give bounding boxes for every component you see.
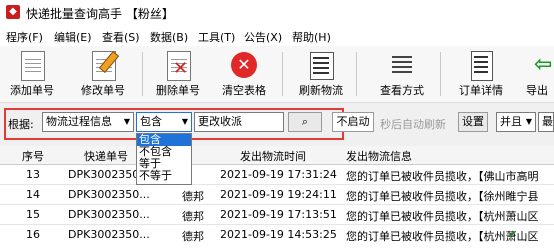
title-bar: ◆ 快递批量查询高手 【粉丝】 [0, 0, 554, 26]
check-icon: ✔ [508, 228, 518, 241]
field-select[interactable]: 物流过程信息 ▼ [42, 112, 134, 132]
more-select[interactable]: 最 [538, 112, 554, 132]
combine-select[interactable]: 并且 ▼ [496, 112, 536, 132]
header-send-time[interactable]: 发出物流时间 [240, 148, 306, 164]
edit-button[interactable]: 修改单号 [70, 50, 136, 98]
menu-tools[interactable]: 工具(T) [198, 29, 235, 45]
menu-view[interactable]: 查看(S) [102, 29, 140, 45]
option-not-equals[interactable]: 不等于 [137, 170, 191, 182]
order-detail-button[interactable]: 订单详情 [450, 50, 512, 98]
clear-table-button[interactable]: ✕ 清空表格 [214, 50, 274, 98]
app-icon: ◆ [6, 5, 20, 19]
keyword-input[interactable]: 更改收派 [194, 112, 284, 132]
view-icon [389, 50, 415, 80]
add-doc-icon [19, 50, 45, 81]
search-button[interactable]: ⌕ [288, 112, 322, 132]
chevron-down-icon: ▼ [123, 117, 130, 126]
toolbar-separator [282, 52, 283, 96]
export-arrow-icon: ⇦ [534, 52, 553, 77]
filter-label: 根据: [8, 118, 34, 131]
chevron-down-icon: ▼ [181, 117, 188, 126]
menu-program[interactable]: 程序(F) [6, 29, 43, 45]
delete-doc-icon: ✕ [165, 50, 191, 81]
add-button[interactable]: 添加单号 [4, 50, 60, 98]
window-title: 快递批量查询高手 【粉丝】 [26, 7, 174, 21]
table-row[interactable]: 14 DPK3002350... 德邦 2021-09-19 19:24:11 … [0, 186, 554, 204]
settings-button[interactable]: 设置 [458, 112, 488, 132]
header-send-info[interactable]: 发出物流信息 [346, 148, 412, 164]
refresh-button[interactable]: 刷新物流 [290, 50, 352, 98]
auto-refresh-label: 秒后自动刷新 [380, 118, 446, 131]
menu-data[interactable]: 数据(B) [150, 29, 188, 45]
auto-refresh-toggle[interactable]: 不启动 [332, 112, 374, 132]
delete-button[interactable]: ✕ 删除单号 [148, 50, 208, 98]
clear-icon: ✕ [231, 50, 257, 80]
search-icon: ⌕ [301, 115, 309, 128]
toolbar-separator [440, 52, 441, 96]
toolbar-separator [356, 52, 357, 96]
menu-help[interactable]: 帮助(H) [292, 29, 331, 45]
menu-notice[interactable]: 公告(X) [244, 29, 282, 45]
chevron-down-icon: ▼ [525, 117, 532, 126]
table-row[interactable]: 13 DPK3002350... 2021-09-19 17:31:24 您的订… [0, 166, 554, 184]
refresh-list-icon [308, 50, 334, 80]
header-index[interactable]: 序号 [22, 148, 44, 164]
toolbar-separator [142, 52, 143, 96]
table-header: 序号 快递单号 发出物流时间 发出物流信息 [0, 146, 554, 165]
table-row[interactable]: 15 DPK3002350... 德邦 2021-09-19 17:13:51 … [0, 206, 554, 224]
detail-doc-icon [468, 50, 494, 81]
row-divider [0, 224, 554, 225]
data-grid: 序号 快递单号 发出物流时间 发出物流信息 13 DPK3002350... 2… [0, 146, 554, 249]
edit-pencil-icon [90, 50, 120, 81]
menu-edit[interactable]: 编辑(E) [54, 29, 92, 45]
row-divider [0, 204, 554, 205]
row-divider [0, 184, 554, 185]
menu-bar: 程序(F) 编辑(E) 查看(S) 数据(B) 工具(T) 公告(X) 帮助(H… [0, 26, 554, 46]
view-mode-button[interactable]: 查看方式 [372, 50, 432, 98]
header-tracking-number[interactable]: 快递单号 [84, 148, 128, 164]
toolbar: 添加单号 修改单号 ✕ 删除单号 ✕ 清空表格 刷新物流 查看方式 订单详情 ⇦… [0, 46, 554, 103]
export-button[interactable]: ⇦ 导出 [520, 50, 554, 98]
table-row[interactable]: 16 DPK3002350... 德邦 2021-09-19 14:53:25 … [0, 226, 554, 244]
operator-select[interactable]: 包含 ▼ [136, 112, 192, 132]
operator-dropdown-list: 包含 不包含 等于 不等于 [136, 133, 192, 185]
